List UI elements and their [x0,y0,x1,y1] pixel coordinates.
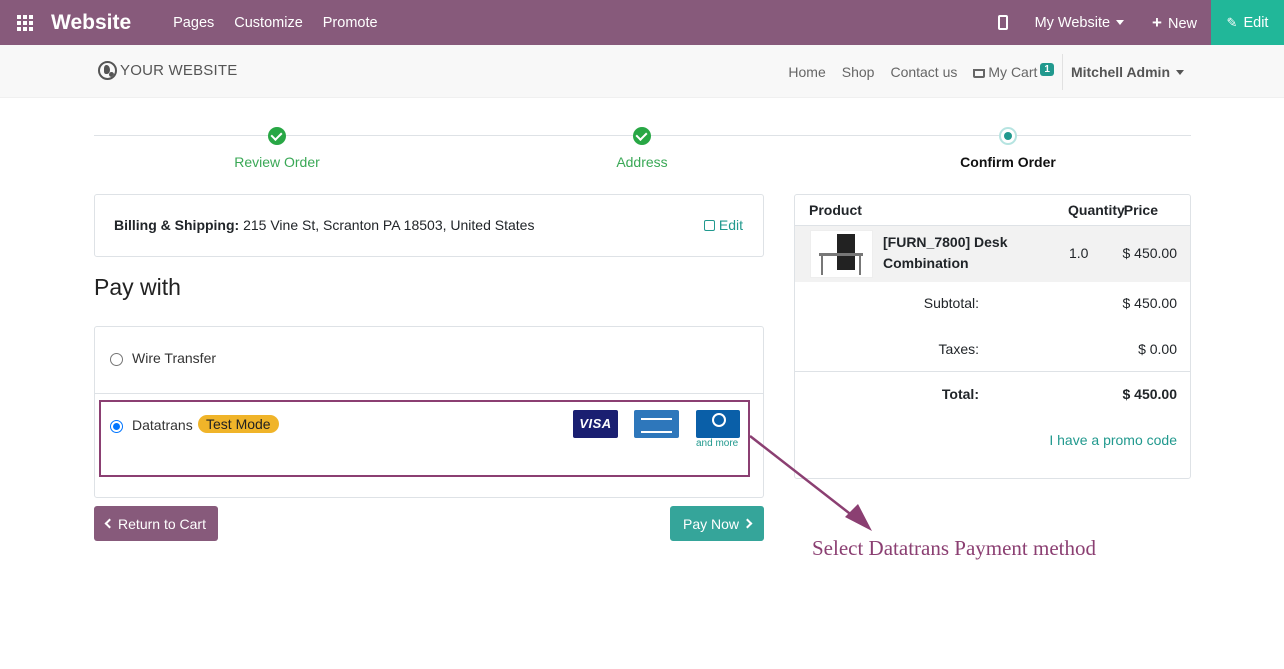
annotation-text: Select Datatrans Payment method [812,536,1097,560]
annotation-arrow [749,435,872,531]
